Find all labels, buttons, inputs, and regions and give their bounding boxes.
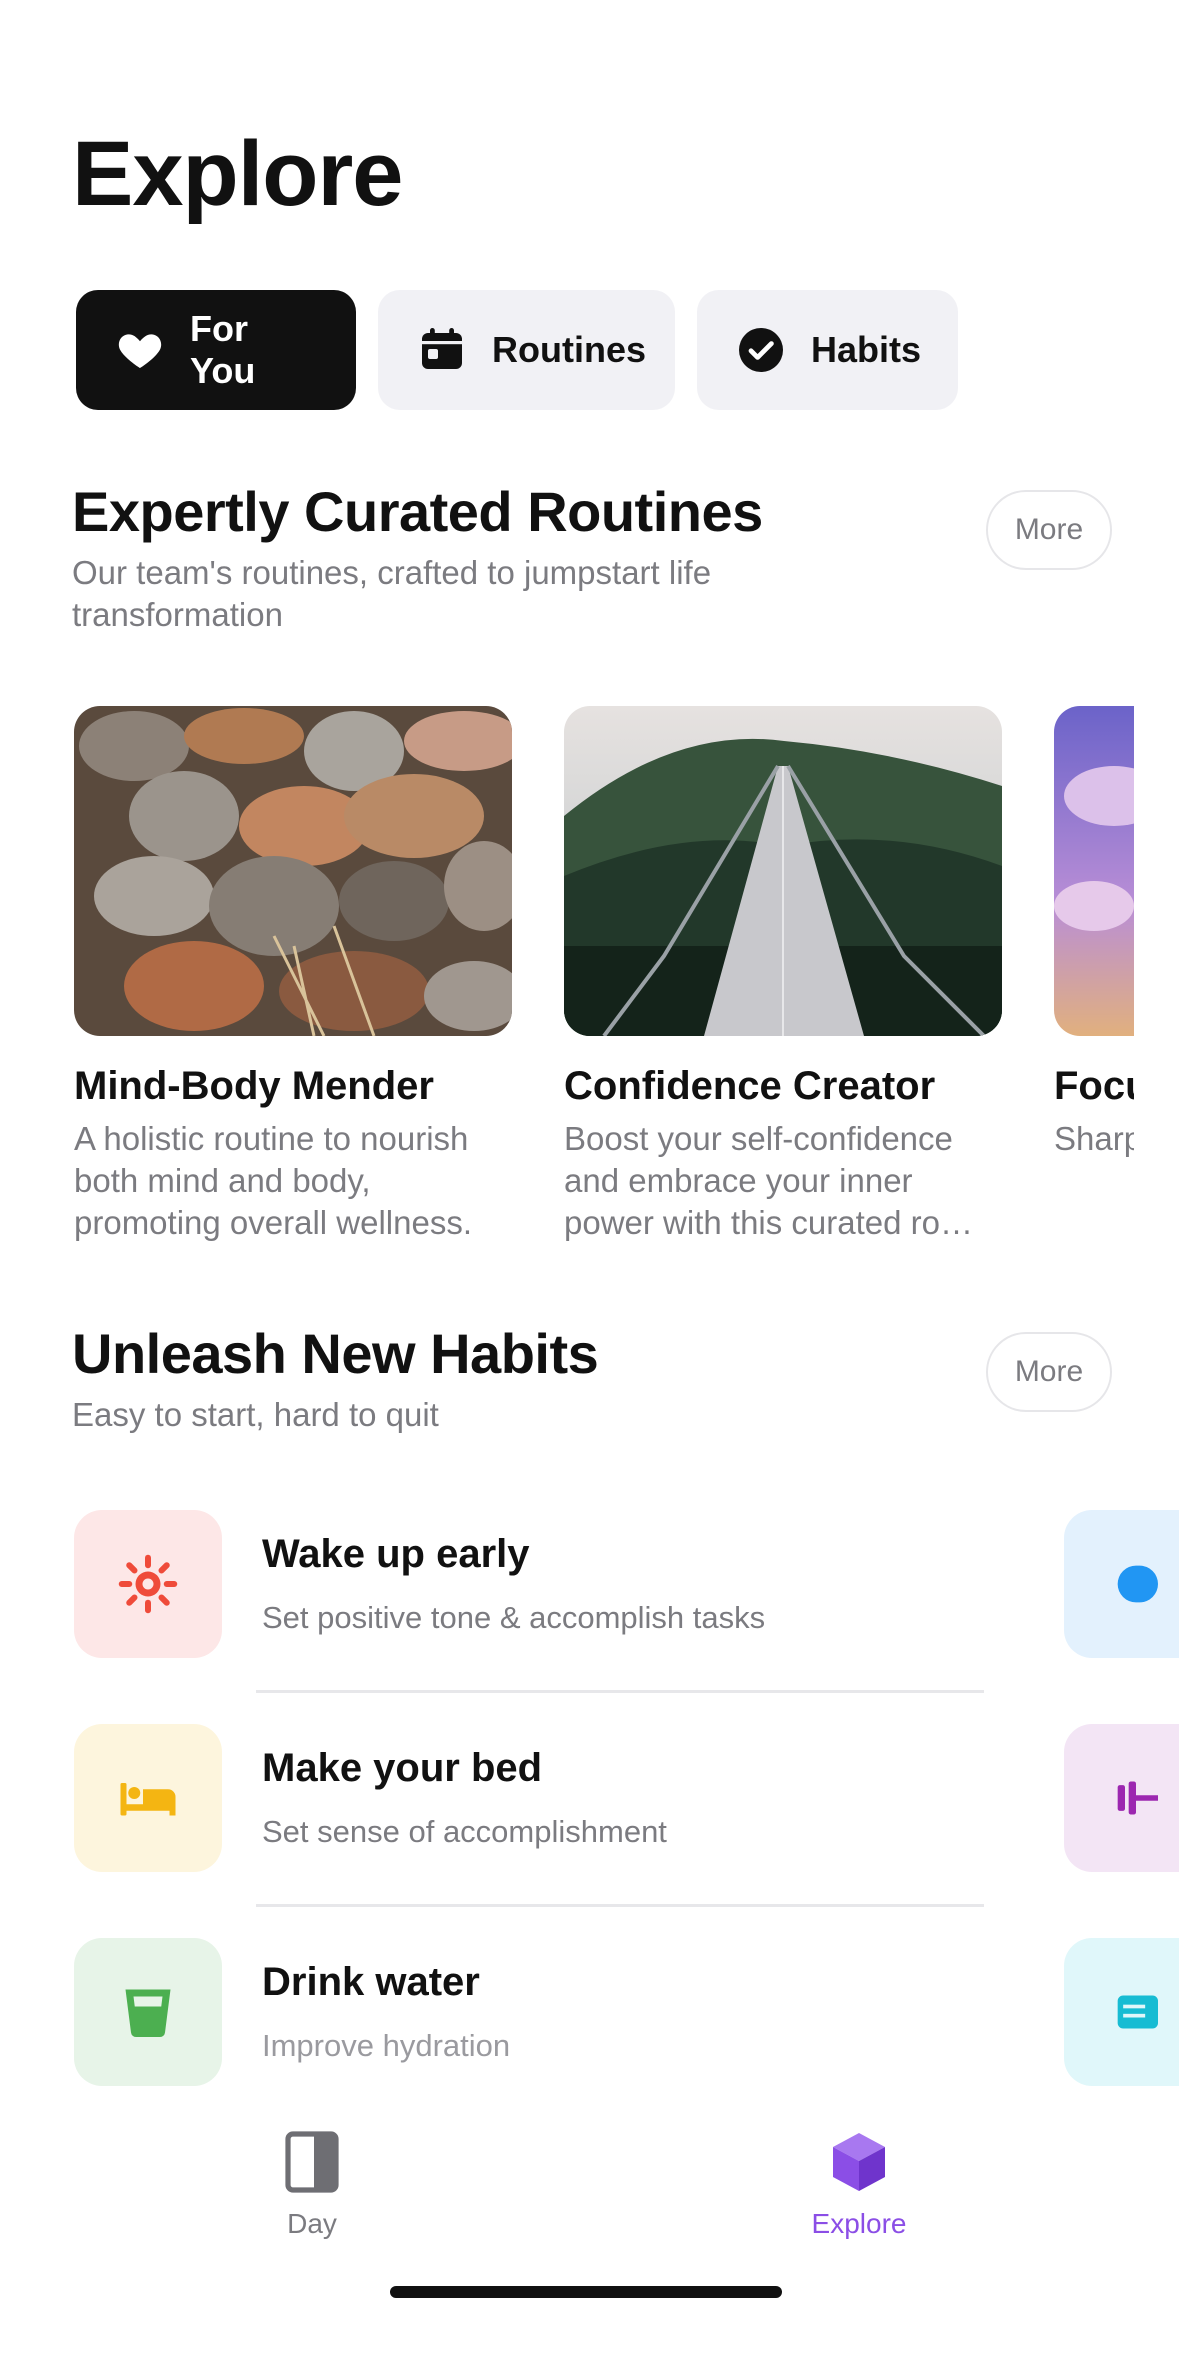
routine-card[interactable]: Mind-Body Mender A holistic routine to n… bbox=[74, 706, 512, 1244]
divider bbox=[256, 1904, 984, 1907]
habits-more-button[interactable]: More bbox=[986, 1332, 1112, 1412]
dumbbell-icon bbox=[1117, 1781, 1158, 1815]
routine-card-description: Boost your self-confidence and embrace y… bbox=[564, 1120, 974, 1241]
routine-image-bridge bbox=[564, 706, 1002, 1036]
habit-tile-partial[interactable] bbox=[1064, 1510, 1179, 1658]
bottom-tab-bar: Day Explore bbox=[0, 2100, 1179, 2378]
routine-image-rocks bbox=[74, 706, 512, 1036]
section-title: Unleash New Habits bbox=[72, 1322, 599, 1385]
tabbar-item-day[interactable]: Day bbox=[232, 2130, 392, 2240]
routine-image-sky bbox=[1054, 706, 1134, 1036]
home-indicator bbox=[390, 2286, 782, 2298]
section-subtitle: Easy to start, hard to quit bbox=[72, 1396, 439, 1434]
tabbar-label: Day bbox=[287, 2208, 337, 2239]
sun-icon bbox=[118, 1554, 178, 1614]
list-item[interactable]: Wake up early Set positive tone & accomp… bbox=[74, 1510, 1179, 1724]
list-item[interactable]: Make your bed Set sense of accomplishmen… bbox=[74, 1724, 1179, 1938]
tab-label: Routines bbox=[492, 329, 647, 370]
habit-title: Drink water bbox=[262, 1960, 480, 2004]
habit-tile bbox=[74, 1938, 222, 2086]
cube-icon bbox=[833, 2133, 885, 2191]
habit-tile bbox=[74, 1510, 222, 1658]
section-title: Expertly Curated Routines bbox=[72, 480, 763, 543]
routine-card-title: Confidence Creator bbox=[564, 1064, 936, 1108]
tab-for-you[interactable]: For You bbox=[76, 290, 356, 410]
tabbar-item-explore[interactable]: Explore bbox=[779, 2130, 939, 2240]
routines-more-button[interactable]: More bbox=[986, 490, 1112, 570]
habit-tile-partial[interactable] bbox=[1064, 1938, 1179, 2086]
habit-subtitle: Set positive tone & accomplish tasks bbox=[262, 1600, 766, 1635]
routine-card-title: Mind-Body Mender bbox=[74, 1064, 434, 1108]
habit-title: Wake up early bbox=[262, 1532, 530, 1576]
habit-title: Make your bed bbox=[262, 1746, 543, 1790]
tab-routines[interactable]: Routines bbox=[378, 290, 675, 410]
habit-subtitle: Improve hydration bbox=[262, 2028, 511, 2063]
partial-blue-icon bbox=[1117, 1565, 1158, 1603]
routine-card[interactable]: Confidence Creator Boost your self-confi… bbox=[564, 706, 1002, 1244]
routines-carousel[interactable]: Mind-Body Mender A holistic routine to n… bbox=[74, 706, 1134, 1266]
routine-card[interactable]: Focu Sharp produ exper bbox=[1054, 706, 1134, 1160]
divider bbox=[256, 1690, 984, 1693]
section-subtitle: Our team's routines, crafted to jumpstar… bbox=[72, 554, 712, 634]
habit-tile bbox=[74, 1724, 222, 1872]
routine-card-description: A holistic routine to nourish both mind … bbox=[74, 1120, 473, 1241]
glass-icon bbox=[125, 1989, 171, 2037]
tab-label: Habits bbox=[811, 329, 922, 370]
habit-tile-partial[interactable] bbox=[1064, 1724, 1179, 1872]
bed-icon bbox=[120, 1783, 176, 1816]
tab-label: For You bbox=[190, 308, 256, 391]
routines-section-header: Expertly Curated Routines Our team's rou… bbox=[72, 480, 1112, 636]
check-circle-icon bbox=[737, 326, 785, 374]
category-tabs: For You Routines Habits bbox=[76, 290, 958, 410]
calendar-icon bbox=[418, 326, 466, 374]
heart-icon bbox=[116, 326, 164, 374]
routine-card-description: Sharp produ exper bbox=[1054, 1120, 1134, 1157]
tab-habits[interactable]: Habits bbox=[697, 290, 958, 410]
habits-list: Wake up early Set positive tone & accomp… bbox=[74, 1510, 1179, 2152]
habits-section-header: Unleash New Habits Easy to start, hard t… bbox=[72, 1322, 1112, 1436]
page-title: Explore bbox=[72, 123, 403, 225]
routine-card-title: Focu bbox=[1054, 1064, 1134, 1108]
book-open-icon bbox=[285, 2131, 339, 2193]
book-icon bbox=[1117, 1995, 1158, 2029]
tabbar-label: Explore bbox=[811, 2208, 907, 2239]
habit-subtitle: Set sense of accomplishment bbox=[262, 1814, 667, 1849]
